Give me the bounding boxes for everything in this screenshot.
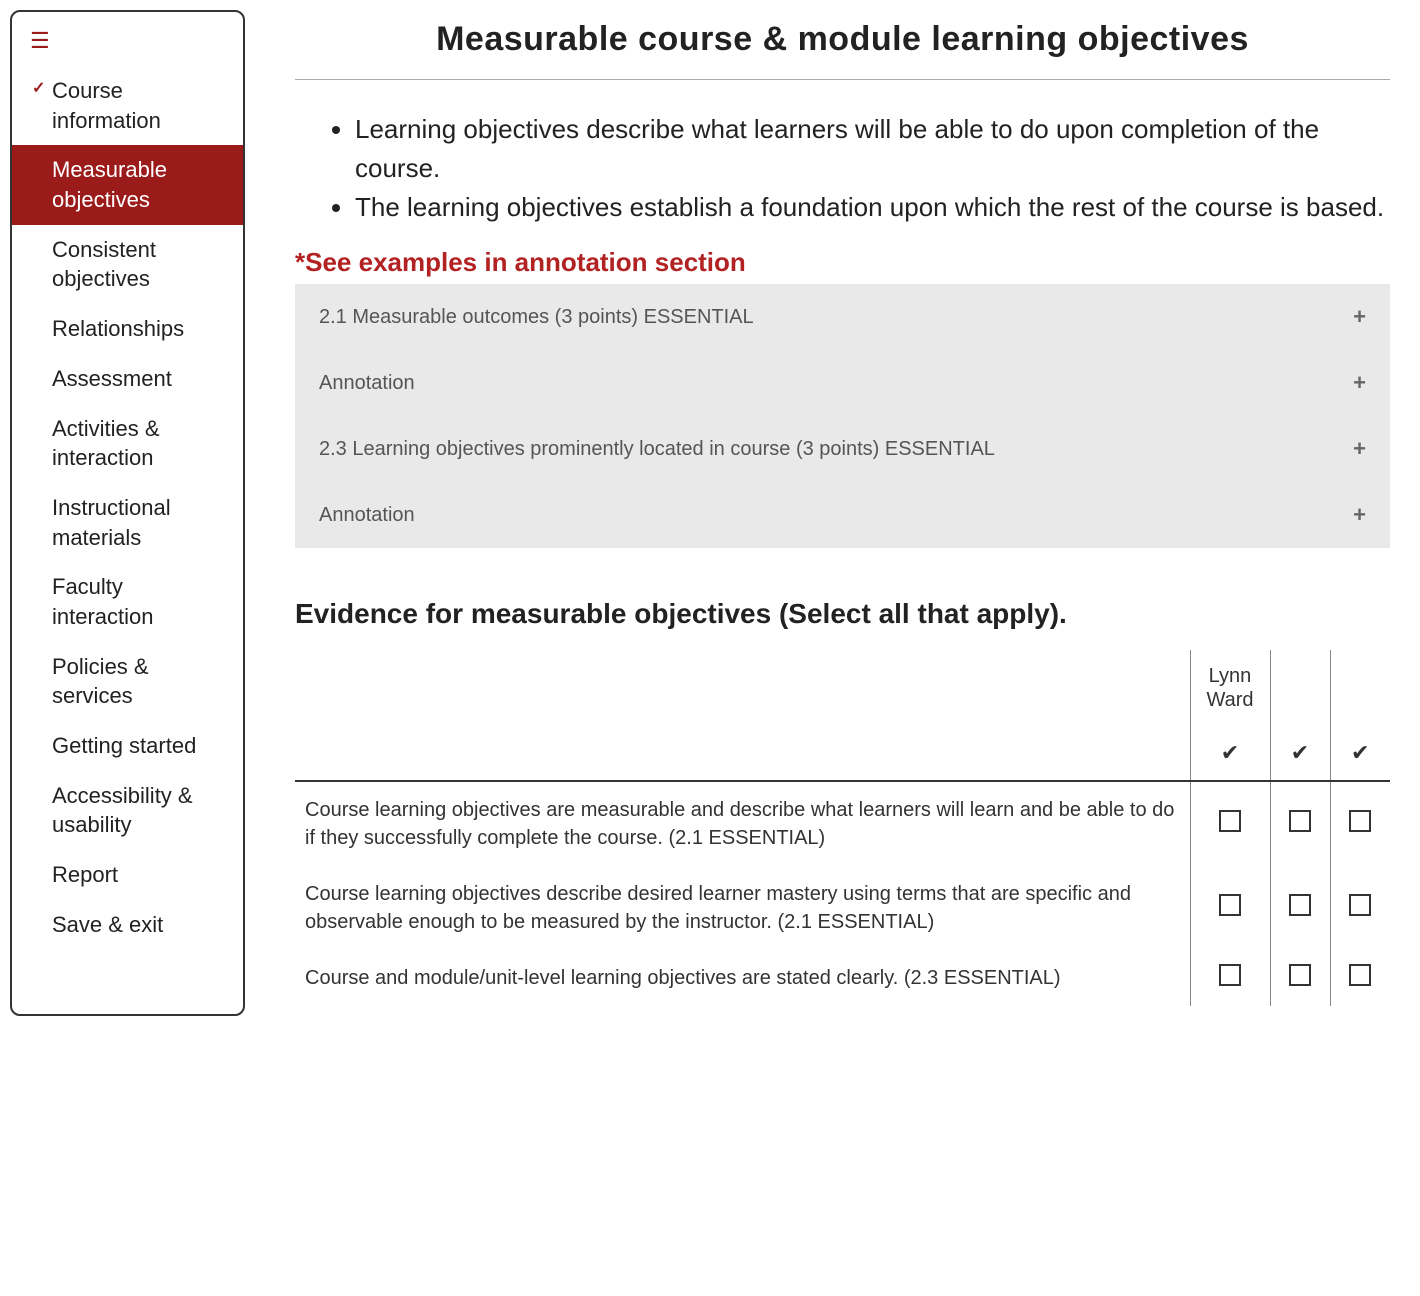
evidence-checkbox-2-1: [1270, 950, 1330, 1006]
evidence-checkbox-1-2: [1330, 866, 1390, 950]
see-examples-note: *See examples in annotation section: [295, 247, 1390, 278]
sidebar-item-12[interactable]: Save & exit: [12, 900, 243, 950]
checkbox[interactable]: [1289, 894, 1311, 916]
intro-bullet-1: The learning objectives establish a foun…: [355, 188, 1390, 227]
table-header-blank2: [295, 726, 1190, 781]
reviewer-check-header-1: ✔: [1270, 726, 1330, 781]
accordion-item-label: 2.3 Learning objectives prominently loca…: [319, 438, 995, 461]
sidebar-item-label: Report: [52, 862, 118, 887]
expand-icon: +: [1353, 304, 1366, 330]
evidence-text-0: Course learning objectives are measurabl…: [295, 781, 1190, 866]
table-row: Course learning objectives are measurabl…: [295, 781, 1390, 866]
sidebar: ☰ Course information Measurable objective…: [10, 10, 245, 1016]
sidebar-item-label: Measurable objectives: [52, 157, 167, 212]
sidebar-item-3[interactable]: Relationships: [12, 304, 243, 354]
sidebar-item-2[interactable]: Consistent objectives: [12, 225, 243, 304]
table-header-blank: [295, 650, 1190, 726]
sidebar-item-label: Instructional materials: [52, 495, 171, 550]
evidence-text-1: Course learning objectives describe desi…: [295, 866, 1190, 950]
table-row: Course learning objectives describe desi…: [295, 866, 1390, 950]
main-content: Measurable course & module learning obje…: [275, 10, 1410, 1016]
sidebar-item-6[interactable]: Instructional materials: [12, 483, 243, 562]
page-title: Measurable course & module learning obje…: [295, 20, 1390, 80]
sidebar-item-8[interactable]: Policies & services: [12, 642, 243, 721]
evidence-checkbox-0-1: [1270, 781, 1330, 866]
evidence-checkbox-0-2: [1330, 781, 1390, 866]
evidence-checkbox-1-0: [1190, 866, 1270, 950]
sidebar-item-label: Course information: [52, 78, 161, 133]
sidebar-item-label: Activities & interaction: [52, 416, 160, 471]
reviewer-check-header-2: ✔: [1330, 726, 1390, 781]
intro-bullets: Learning objectives describe what learne…: [295, 110, 1390, 227]
reviewer-check-header-0: ✔: [1190, 726, 1270, 781]
accordion-item-label: Annotation: [319, 504, 415, 527]
checkbox[interactable]: [1289, 810, 1311, 832]
table-row: Course and module/unit-level learning ob…: [295, 950, 1390, 1006]
reviewer-name-2: [1330, 650, 1390, 726]
sidebar-item-7[interactable]: Faculty interaction: [12, 562, 243, 641]
evidence-heading: Evidence for measurable objectives (Sele…: [295, 598, 1390, 630]
sidebar-item-0[interactable]: Course information: [12, 66, 243, 145]
sidebar-item-9[interactable]: Getting started: [12, 721, 243, 771]
sidebar-item-label: Consistent objectives: [52, 237, 156, 292]
expand-icon: +: [1353, 436, 1366, 462]
checkbox[interactable]: [1289, 964, 1311, 986]
sidebar-item-label: Save & exit: [52, 912, 163, 937]
sidebar-item-label: Policies & services: [52, 654, 149, 709]
sidebar-item-11[interactable]: Report: [12, 850, 243, 900]
accordion-item-label: 2.1 Measurable outcomes (3 points) ESSEN…: [319, 306, 754, 329]
checkbox[interactable]: [1349, 894, 1371, 916]
checkbox[interactable]: [1219, 964, 1241, 986]
evidence-text-2: Course and module/unit-level learning ob…: [295, 950, 1190, 1006]
sidebar-item-label: Relationships: [52, 316, 184, 341]
evidence-checkbox-2-0: [1190, 950, 1270, 1006]
checkbox[interactable]: [1349, 964, 1371, 986]
menu-icon[interactable]: ☰: [12, 20, 243, 62]
checkbox[interactable]: [1349, 810, 1371, 832]
sidebar-item-label: Assessment: [52, 366, 172, 391]
intro-bullet-0: Learning objectives describe what learne…: [355, 110, 1390, 188]
evidence-table: LynnWard ✔✔✔ Course learning objectives …: [295, 650, 1390, 1006]
checkbox[interactable]: [1219, 894, 1241, 916]
sidebar-item-10[interactable]: Accessibility & usability: [12, 771, 243, 850]
checkbox[interactable]: [1219, 810, 1241, 832]
sidebar-item-label: Accessibility & usability: [52, 783, 193, 838]
sidebar-item-4[interactable]: Assessment: [12, 354, 243, 404]
sidebar-item-1[interactable]: Measurable objectives: [12, 145, 243, 224]
accordion-item-label: Annotation: [319, 372, 415, 395]
sidebar-item-label: Getting started: [52, 733, 196, 758]
sidebar-item-5[interactable]: Activities & interaction: [12, 404, 243, 483]
evidence-checkbox-0-0: [1190, 781, 1270, 866]
accordion-item-1[interactable]: Annotation +: [295, 350, 1390, 416]
reviewer-name-1: [1270, 650, 1330, 726]
accordion: 2.1 Measurable outcomes (3 points) ESSEN…: [295, 284, 1390, 548]
evidence-checkbox-1-1: [1270, 866, 1330, 950]
expand-icon: +: [1353, 502, 1366, 528]
sidebar-item-label: Faculty interaction: [52, 574, 154, 629]
evidence-checkbox-2-2: [1330, 950, 1390, 1006]
nav-list: Course information Measurable objectives C…: [12, 66, 243, 949]
expand-icon: +: [1353, 370, 1366, 396]
accordion-item-2[interactable]: 2.3 Learning objectives prominently loca…: [295, 416, 1390, 482]
reviewer-name-0: LynnWard: [1190, 650, 1270, 726]
accordion-item-3[interactable]: Annotation +: [295, 482, 1390, 548]
accordion-item-0[interactable]: 2.1 Measurable outcomes (3 points) ESSEN…: [295, 284, 1390, 350]
